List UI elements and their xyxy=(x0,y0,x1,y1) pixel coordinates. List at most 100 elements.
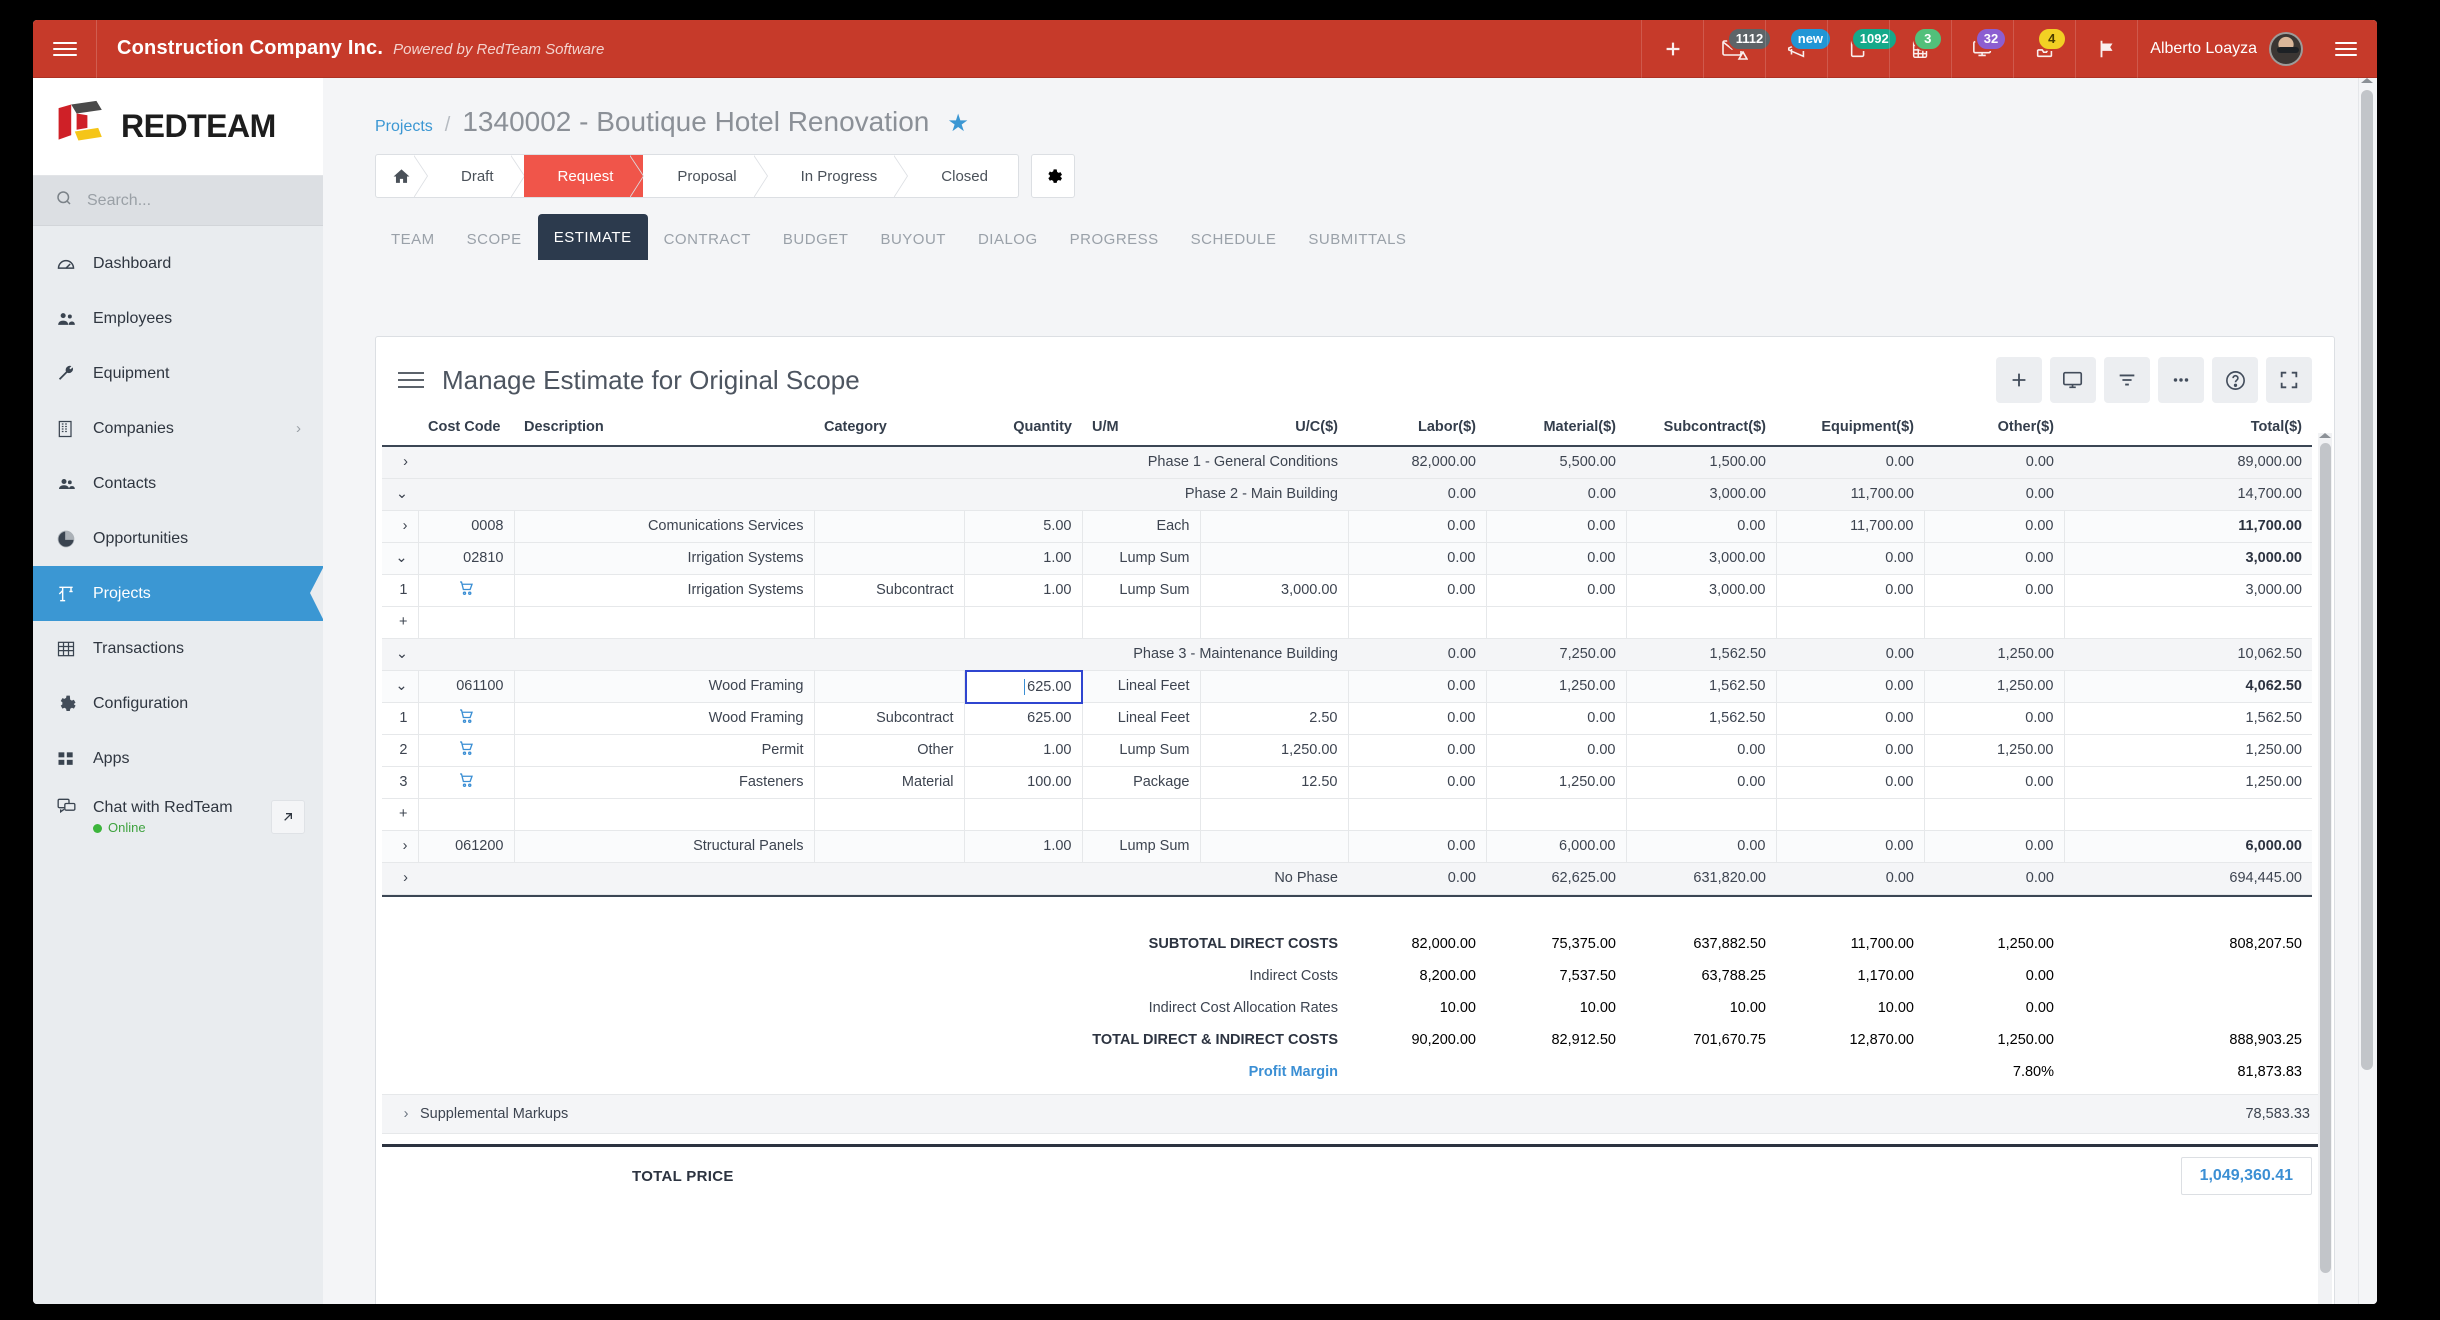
quantity[interactable]: 100.00 xyxy=(963,766,1082,799)
workflow-step-draft[interactable]: Draft xyxy=(427,155,525,197)
hamburger-icon[interactable] xyxy=(33,20,97,78)
monitor-icon[interactable] xyxy=(2050,357,2096,403)
scroll-up-arrow-icon[interactable] xyxy=(2360,78,2373,83)
sidebar-item-opportunities[interactable]: Opportunities xyxy=(33,511,323,566)
category[interactable] xyxy=(813,510,964,543)
collapse-toggle-icon[interactable]: ⌄ xyxy=(382,638,418,671)
calculator-icon[interactable]: 3 xyxy=(1889,20,1951,78)
hamburger-icon[interactable] xyxy=(398,367,424,393)
workflow-step-proposal[interactable]: Proposal xyxy=(643,155,768,197)
cost-code[interactable]: 061200 xyxy=(417,830,514,863)
category[interactable] xyxy=(813,830,964,863)
table-row[interactable]: ⌄ Phase 2 - Main Building 0.00 0.00 3,00… xyxy=(382,478,2312,511)
add-line-item-button[interactable]: + xyxy=(382,798,418,831)
table-row[interactable]: › Phase 1 - General Conditions 82,000.00… xyxy=(382,446,2312,479)
um[interactable]: Lump Sum xyxy=(1081,574,1200,607)
add-button[interactable] xyxy=(1641,20,1703,78)
description[interactable]: Wood Framing xyxy=(513,670,814,703)
description[interactable]: Irrigation Systems xyxy=(513,542,814,575)
quantity[interactable]: 625.00 xyxy=(963,702,1082,735)
supplemental-markups-row[interactable]: › Supplemental Markups 78,583.33 xyxy=(382,1093,2328,1134)
workflow-step-in-progress[interactable]: In Progress xyxy=(767,155,908,197)
external-link-icon[interactable] xyxy=(271,800,305,834)
summary-row-profit-margin[interactable]: Profit Margin 7.80% 81,873.83 xyxy=(382,1056,2312,1088)
breadcrumb-projects-link[interactable]: Projects xyxy=(375,118,433,136)
description[interactable]: Irrigation Systems xyxy=(513,574,814,607)
megaphone-icon[interactable]: new xyxy=(1765,20,1833,78)
description[interactable]: Wood Framing xyxy=(513,702,814,735)
table-row[interactable]: 1 Irrigation Systems Subcontract 1.00 Lu… xyxy=(382,574,2312,607)
description[interactable]: Permit xyxy=(513,734,814,767)
quantity[interactable]: 1.00 xyxy=(963,542,1082,575)
scrollbar-thumb[interactable] xyxy=(2320,443,2331,1273)
um[interactable]: Lineal Feet xyxy=(1081,670,1200,703)
expand-toggle-icon[interactable]: › xyxy=(382,446,418,479)
sidebar-item-companies[interactable]: Companies › xyxy=(33,401,323,456)
tab-buyout[interactable]: BUYOUT xyxy=(864,218,962,260)
help-circle-icon[interactable] xyxy=(2212,357,2258,403)
cart-icon[interactable] xyxy=(417,734,514,767)
unit-cost[interactable] xyxy=(1199,510,1348,543)
page-scrollbar[interactable] xyxy=(2358,78,2374,1304)
ellipsis-icon[interactable] xyxy=(2158,357,2204,403)
um[interactable]: Package xyxy=(1081,766,1200,799)
um[interactable]: Lump Sum xyxy=(1081,542,1200,575)
collapse-toggle-icon[interactable]: ⌄ xyxy=(382,670,418,703)
workflow-home-button[interactable] xyxy=(376,155,428,197)
sidebar-item-dashboard[interactable]: Dashboard xyxy=(33,236,323,291)
description[interactable]: Structural Panels xyxy=(513,830,814,863)
quantity[interactable]: 1.00 xyxy=(963,574,1082,607)
sidebar-item-projects[interactable]: Projects xyxy=(33,566,324,621)
table-row[interactable]: ⌄ Phase 3 - Maintenance Building 0.00 7,… xyxy=(382,638,2312,671)
scroll-up-arrow-icon[interactable] xyxy=(2319,433,2331,438)
cart-icon[interactable] xyxy=(417,574,514,607)
tab-team[interactable]: TEAM xyxy=(375,218,451,260)
tab-contract[interactable]: CONTRACT xyxy=(648,218,767,260)
description[interactable]: Fasteners xyxy=(513,766,814,799)
expand-toggle-icon[interactable]: › xyxy=(382,830,418,863)
expand-icon[interactable] xyxy=(2266,357,2312,403)
sidebar-item-equipment[interactable]: Equipment xyxy=(33,346,323,401)
description[interactable]: Comunications Services xyxy=(513,510,814,543)
table-row[interactable]: ⌄ 061100 Wood Framing 625.00 Lineal Feet… xyxy=(382,669,2312,704)
unit-cost[interactable]: 2.50 xyxy=(1199,702,1348,735)
user-menu[interactable]: Alberto Loayza xyxy=(2137,20,2315,78)
table-row[interactable]: 1 Wood Framing Subcontract 625.00 Lineal… xyxy=(382,702,2312,735)
panel-scrollbar[interactable] xyxy=(2318,433,2332,1304)
mail-alert-icon[interactable]: 1112 xyxy=(1703,20,1773,78)
um[interactable]: Lump Sum xyxy=(1081,830,1200,863)
category[interactable]: Other xyxy=(813,734,964,767)
workflow-step-request[interactable]: Request xyxy=(523,155,645,197)
filter-icon[interactable] xyxy=(2104,357,2150,403)
um[interactable]: Each xyxy=(1081,510,1200,543)
sidebar-item-configuration[interactable]: Configuration xyxy=(33,676,323,731)
collapse-toggle-icon[interactable]: ⌄ xyxy=(382,542,418,575)
unit-cost[interactable]: 3,000.00 xyxy=(1199,574,1348,607)
tab-dialog[interactable]: DIALOG xyxy=(962,218,1054,260)
table-row[interactable]: ⌄ 02810 Irrigation Systems 1.00 Lump Sum… xyxy=(382,542,2312,575)
flag-icon[interactable] xyxy=(2075,20,2137,78)
search-input[interactable] xyxy=(87,191,287,210)
expand-toggle-icon[interactable]: › xyxy=(382,862,418,895)
sidebar-item-chat[interactable]: Chat with RedTeam Online xyxy=(33,786,323,854)
logo[interactable]: REDTEAM xyxy=(33,78,323,176)
workflow-step-closed[interactable]: Closed xyxy=(907,155,1018,197)
category[interactable]: Material xyxy=(813,766,964,799)
sidebar-search[interactable] xyxy=(33,176,323,226)
workflow-settings-gear-icon[interactable] xyxy=(1031,154,1075,198)
table-row[interactable]: 2 Permit Other 1.00 Lump Sum 1,250.00 0.… xyxy=(382,734,2312,767)
add-row-button[interactable] xyxy=(1996,357,2042,403)
monitor-icon[interactable]: 32 xyxy=(1951,20,2013,78)
unit-cost[interactable] xyxy=(1199,542,1348,575)
sidebar-item-transactions[interactable]: Transactions xyxy=(33,621,323,676)
table-row[interactable]: + xyxy=(382,798,2312,831)
table-row[interactable]: › No Phase 0.00 62,625.00 631,820.00 0.0… xyxy=(382,862,2312,895)
sidebar-item-apps[interactable]: Apps xyxy=(33,731,323,786)
add-line-item-button[interactable]: + xyxy=(382,606,418,639)
table-row[interactable]: › 061200 Structural Panels 1.00 Lump Sum… xyxy=(382,830,2312,863)
quantity[interactable]: 5.00 xyxy=(963,510,1082,543)
tab-scope[interactable]: SCOPE xyxy=(451,218,538,260)
profit-margin-link[interactable]: Profit Margin xyxy=(382,1056,1348,1088)
tab-submittals[interactable]: SUBMITTALS xyxy=(1292,218,1422,260)
cost-code[interactable]: 0008 xyxy=(417,510,514,543)
